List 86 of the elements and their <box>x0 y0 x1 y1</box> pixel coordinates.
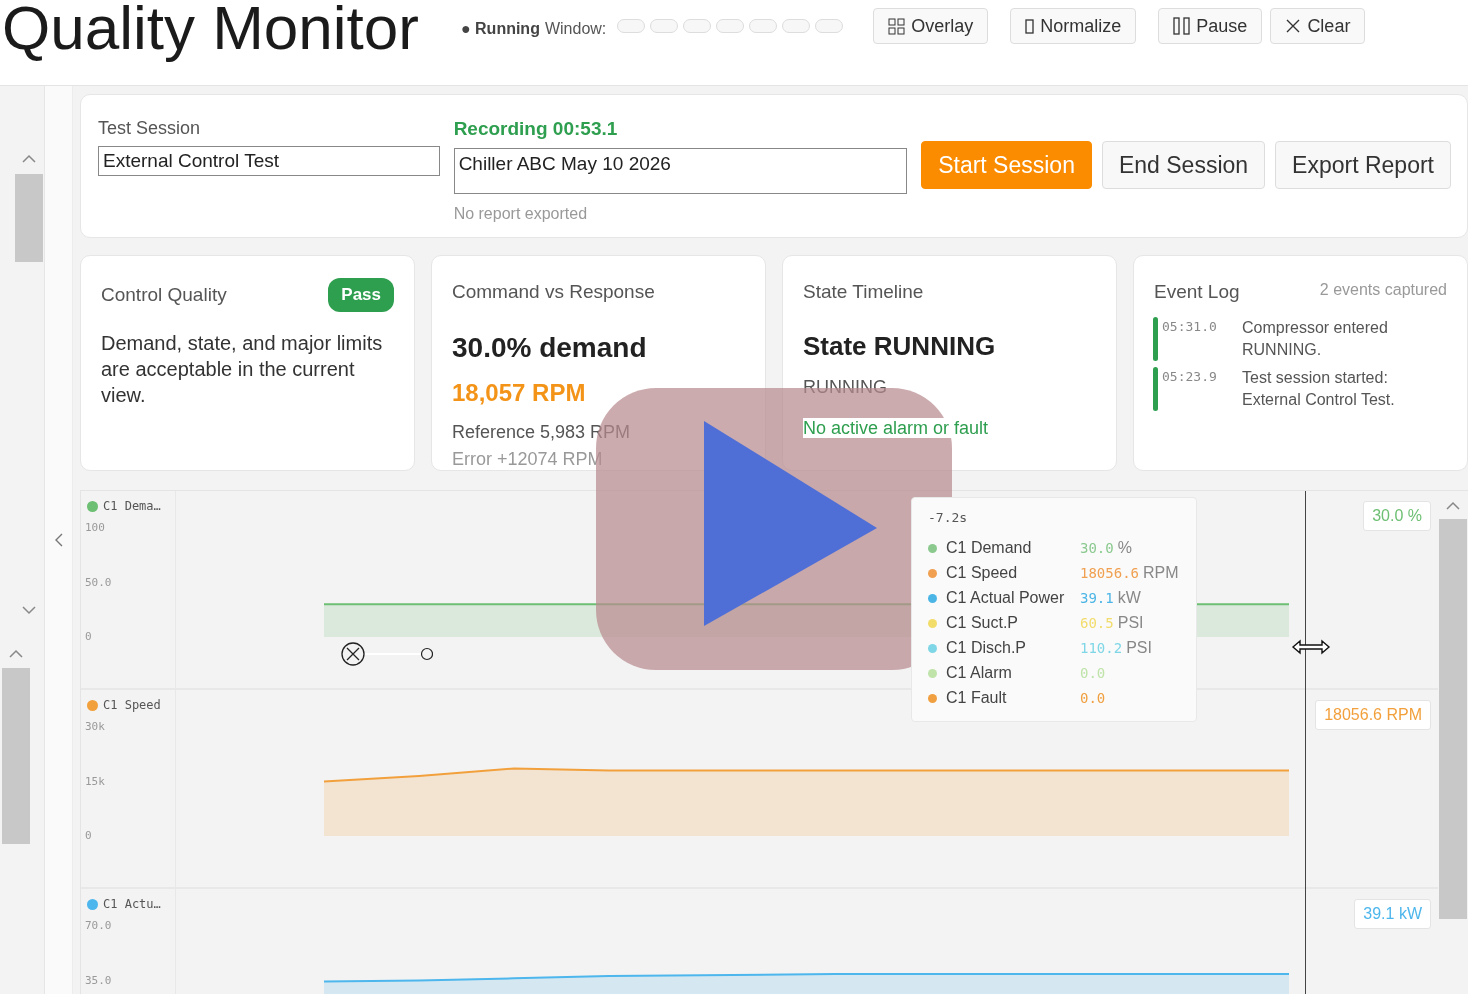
window-option[interactable] <box>650 19 679 33</box>
event-marker <box>1153 316 1158 361</box>
series-name: C1 Disch.P <box>946 638 1028 658</box>
card-title: Event Log <box>1154 280 1240 304</box>
resize-cursor-icon <box>1291 637 1331 657</box>
state-value: State RUNNING <box>803 329 997 363</box>
scroll-up-icon[interactable] <box>1446 501 1460 510</box>
status-badge: Pass <box>328 278 394 312</box>
session-button[interactable]: Export Report <box>1275 141 1451 189</box>
axis-tick-label: 15k <box>85 774 105 789</box>
series-label: C1 Actu… <box>103 896 161 913</box>
axis-tick-label: 35.0 <box>85 973 112 988</box>
series-value: 30.0 <box>1080 538 1114 558</box>
event-time: 05:23.9 <box>1162 367 1218 386</box>
event-text: Compressor entered RUNNING. <box>1242 317 1389 360</box>
card-title: State Timeline <box>803 280 925 304</box>
window-option[interactable] <box>749 19 778 33</box>
axis-tick-label: 70.0 <box>85 919 112 933</box>
card-title: Control Quality <box>101 282 227 307</box>
scroll-up-icon[interactable] <box>22 154 36 163</box>
unit-label: PSI <box>1117 613 1144 633</box>
series-value: 0.0 <box>1080 663 1106 683</box>
window-option[interactable] <box>617 19 646 33</box>
grid-icon <box>888 17 906 35</box>
unit-label: PSI <box>1126 638 1152 658</box>
unit-label: % <box>1117 538 1132 558</box>
rpm-value: 18,057 RPM <box>452 377 587 408</box>
series-label: C1 Speed <box>103 697 161 714</box>
state-detail: RUNNING <box>803 375 888 399</box>
rectangle-icon <box>1025 18 1035 34</box>
window-option[interactable] <box>782 19 811 33</box>
collapse-icon[interactable] <box>54 533 63 547</box>
description-text: Demand, state, and major limits are acceptable in the current view. <box>101 330 384 408</box>
report-status: No report exported <box>453 203 589 224</box>
series-value: 110.2 <box>1080 638 1123 658</box>
toolbar-button[interactable]: Normalize <box>1010 8 1137 44</box>
current-value-label: 18056.6 RPM <box>1315 700 1431 730</box>
unit-label: RPM <box>1143 563 1179 583</box>
pause-icon <box>1173 17 1191 35</box>
scroll-up-icon[interactable] <box>9 649 23 658</box>
axis-tick-label: 100 <box>85 521 105 535</box>
current-value-label: 30.0 % <box>1363 501 1431 531</box>
series-name: C1 Fault <box>946 688 1008 708</box>
window-option[interactable] <box>815 19 844 33</box>
event-time: 05:31.0 <box>1162 317 1218 336</box>
series-name: C1 Actual Power <box>946 588 1066 608</box>
event-count: 2 events captured <box>1319 280 1447 300</box>
axis-tick-label: 0 <box>85 630 92 644</box>
axis-tick-label: 0 <box>85 829 92 843</box>
window-option[interactable] <box>716 19 745 33</box>
tooltip-time: -7.2s <box>928 509 969 527</box>
status-label: ● Running <box>460 19 540 39</box>
unit-label: kW <box>1117 588 1141 608</box>
scroll-down-icon[interactable] <box>22 606 36 615</box>
recording-status: Recording 00:53.1 <box>453 117 619 141</box>
axis-tick-label: 30k <box>85 720 105 734</box>
scrollbar-thumb[interactable] <box>15 174 43 262</box>
current-value-label: 39.1 kW <box>1354 899 1431 929</box>
event-marker <box>1153 366 1158 411</box>
scrollbar-thumb[interactable] <box>1439 519 1467 919</box>
series-label: C1 Dema… <box>103 498 161 515</box>
series-name: C1 Alarm <box>946 663 1013 683</box>
demand-value: 30.0% demand <box>452 330 648 365</box>
unit-name-field[interactable]: Chiller ABC May 10 2026 <box>453 147 908 194</box>
series-value: 0.0 <box>1080 688 1106 708</box>
card-title: Command vs Response <box>452 280 656 304</box>
window-option[interactable] <box>683 19 712 33</box>
series-value: 18056.6 <box>1080 563 1139 583</box>
toolbar-button[interactable]: Pause <box>1158 8 1263 44</box>
close-icon <box>1285 18 1302 34</box>
series-value: 39.1 <box>1080 588 1114 608</box>
scrollbar-thumb[interactable] <box>2 668 30 844</box>
series-value: 60.5 <box>1080 613 1114 633</box>
axis-tick-label: 50.0 <box>85 575 112 590</box>
session-name-field[interactable]: External Control Test <box>98 146 440 176</box>
toolbar-button[interactable]: Overlay <box>873 8 989 44</box>
event-text: Test session started: External Control Test. <box>1242 367 1396 410</box>
series-name: C1 Suct.P <box>946 613 1020 633</box>
series-name: C1 Demand <box>946 538 1033 558</box>
toolbar-button[interactable]: Clear <box>1270 8 1366 44</box>
field-label: Test Session <box>98 117 202 140</box>
series-name: C1 Speed <box>946 563 1019 583</box>
alarm-status: No active alarm or fault <box>803 417 989 438</box>
range-handle-drawing[interactable] <box>341 641 433 667</box>
session-button[interactable]: End Session <box>1101 141 1266 189</box>
window-label: Window: <box>544 19 607 39</box>
